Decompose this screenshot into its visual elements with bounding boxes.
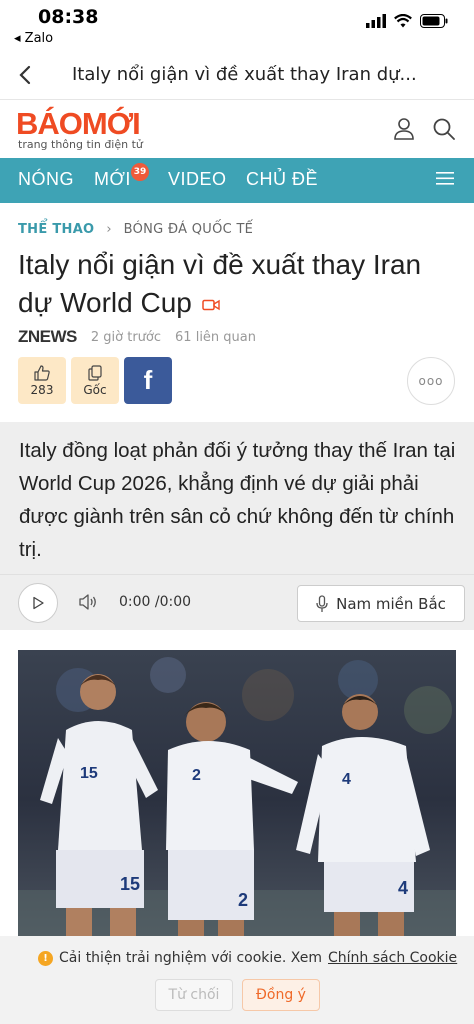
menu-icon xyxy=(436,172,454,185)
back-button[interactable] xyxy=(10,60,40,90)
menu-item-new[interactable]: MỚI xyxy=(94,169,131,190)
breadcrumb-separator: › xyxy=(106,222,112,237)
like-icon xyxy=(34,364,50,381)
cookie-message: Cải thiện trải nghiệm với cookie. Xem xyxy=(59,950,323,966)
volume-icon[interactable] xyxy=(78,593,98,611)
signal-icon xyxy=(366,14,386,28)
new-count-badge: 39 xyxy=(131,163,149,181)
back-to-app-link[interactable]: ◂ Zalo xyxy=(14,31,53,46)
cookie-banner: ! Cải thiện trải nghiệm với cookie. Xem … xyxy=(0,936,474,1024)
user-button[interactable] xyxy=(391,116,417,142)
back-chevron-icon xyxy=(19,65,31,85)
battery-icon xyxy=(420,14,448,28)
menu-item-hot[interactable]: NÓNG xyxy=(18,169,74,190)
status-bar: 08:38 ◂ Zalo xyxy=(0,0,474,50)
article-meta: ZNEWS 2 giờ trước 61 liên quan xyxy=(18,326,256,348)
breadcrumb-subcategory[interactable]: BÓNG ĐÁ QUỐC TẾ xyxy=(124,222,254,237)
like-button[interactable]: 283 xyxy=(18,357,66,404)
source-logo[interactable]: ZNEWS xyxy=(18,327,77,347)
summary-box: Italy đồng loạt phản đối ý tưởng thay th… xyxy=(0,422,474,630)
related-count[interactable]: 61 liên quan xyxy=(175,330,256,345)
cookie-message-row: ! Cải thiện trải nghiệm với cookie. Xem … xyxy=(38,950,457,966)
jersey-number-3: 4 xyxy=(398,878,408,898)
article-photo[interactable]: 15 15 2 2 4 4 xyxy=(18,650,456,950)
category-menu: NÓNG MỚI 39 VIDEO CHỦ ĐỀ xyxy=(0,158,474,203)
menu-item-topics[interactable]: CHỦ ĐỀ xyxy=(246,169,318,190)
nav-title: Italy nổi giận vì đề xuất thay Iran dự..… xyxy=(72,64,417,85)
like-count: 283 xyxy=(30,382,54,397)
article-title: Italy nổi giận vì đề xuất thay Iran dự W… xyxy=(18,246,458,322)
video-icon xyxy=(202,299,220,310)
voice-select[interactable]: Nam miền Bắc xyxy=(297,585,465,622)
voice-label: Nam miền Bắc xyxy=(336,594,446,613)
article-summary: Italy đồng loạt phản đối ý tưởng thay th… xyxy=(19,439,456,561)
mic-icon xyxy=(316,594,328,612)
svg-text:4: 4 xyxy=(342,771,351,788)
breadcrumb: THỂ THAO › BÓNG ĐÁ QUỐC TẾ xyxy=(18,222,253,237)
play-icon xyxy=(33,596,44,610)
facebook-share-button[interactable]: f xyxy=(124,357,172,404)
play-button[interactable] xyxy=(18,583,58,623)
jersey-number-2: 2 xyxy=(238,890,248,910)
wifi-icon xyxy=(394,14,412,28)
jersey-number-1: 15 xyxy=(120,874,140,894)
football-players-image: 15 15 2 2 4 4 xyxy=(18,650,456,950)
copy-icon xyxy=(88,364,102,381)
brand-bar: BÁOMỚI trang thông tin điện tử xyxy=(0,100,474,158)
audio-player: 0:00 /0:00 Nam miền Bắc xyxy=(0,574,474,630)
more-options-button[interactable]: ooo xyxy=(407,357,455,405)
audio-time: 0:00 /0:00 xyxy=(119,594,192,610)
cookie-policy-link[interactable]: Chính sách Cookie xyxy=(328,950,457,966)
origin-button[interactable]: Gốc xyxy=(71,357,119,404)
info-icon: ! xyxy=(38,950,53,966)
user-icon xyxy=(394,118,414,140)
svg-text:2: 2 xyxy=(192,767,201,784)
nav-bar: Italy nổi giận vì đề xuất thay Iran dự..… xyxy=(0,50,474,100)
breadcrumb-category[interactable]: THỂ THAO xyxy=(18,222,94,237)
menu-button[interactable] xyxy=(436,170,460,190)
status-time: 08:38 xyxy=(38,6,99,28)
search-icon xyxy=(433,118,455,140)
site-tagline: trang thông tin điện tử xyxy=(18,138,143,151)
cookie-reject-button[interactable]: Từ chối xyxy=(155,979,233,1011)
svg-text:15: 15 xyxy=(80,765,98,782)
origin-label: Gốc xyxy=(83,382,107,397)
search-button[interactable] xyxy=(431,116,457,142)
site-logo[interactable]: BÁOMỚI xyxy=(16,106,141,142)
article-time: 2 giờ trước xyxy=(90,329,162,345)
status-icons xyxy=(366,14,448,28)
menu-item-video[interactable]: VIDEO xyxy=(168,169,227,190)
cookie-accept-button[interactable]: Đồng ý xyxy=(242,979,320,1011)
